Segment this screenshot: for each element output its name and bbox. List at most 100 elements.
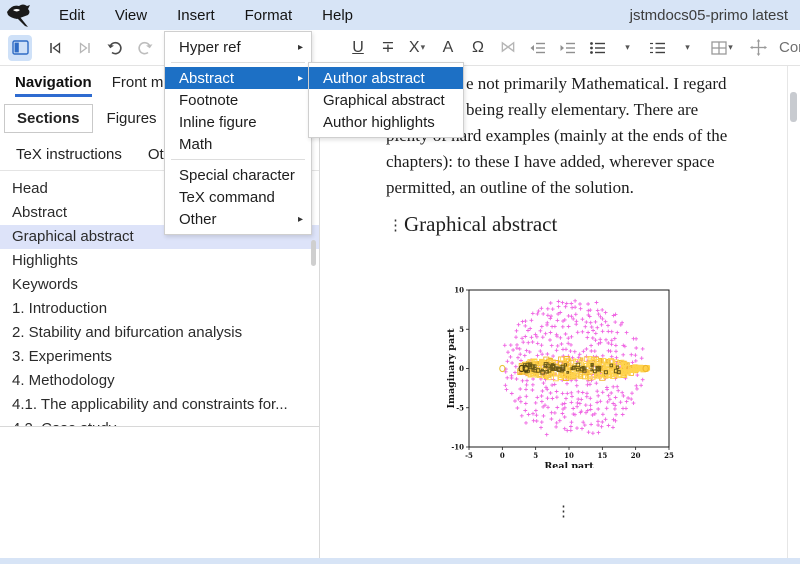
insert-dropdown-menu: Hyper ref ▸ Abstract ▸ Footnote Inline f… bbox=[164, 31, 312, 235]
menu-item-inline-figure[interactable]: Inline figure bbox=[165, 111, 311, 133]
link-ref-button[interactable]: ⋈ bbox=[496, 35, 520, 61]
go-to-start-button[interactable] bbox=[43, 35, 67, 61]
tab-figures[interactable]: Figures bbox=[95, 105, 169, 132]
app-window: Edit View Insert Format Help jstmdocs05-… bbox=[0, 0, 800, 564]
paragraph-line[interactable]: e not primarily Mathematical. I regard bbox=[466, 74, 727, 94]
list-item-methodology[interactable]: 4. Methodology bbox=[0, 369, 319, 393]
menu-view[interactable]: View bbox=[100, 3, 162, 28]
menu-item-label: TeX command bbox=[179, 189, 275, 206]
abstract-submenu: Author abstract Graphical abstract Autho… bbox=[308, 62, 464, 138]
submenu-arrow-icon: ▸ bbox=[298, 73, 303, 84]
list-item-applicability[interactable]: 4.1. The applicability and constraints f… bbox=[0, 393, 319, 417]
special-symbol-button[interactable]: Ω bbox=[466, 35, 490, 61]
tab-navigation-label: Navigation bbox=[15, 74, 92, 97]
x-style-icon: X bbox=[409, 40, 420, 56]
svg-text:-5: -5 bbox=[465, 451, 473, 460]
bottom-status-strip bbox=[0, 558, 800, 564]
paragraph-line[interactable]: being really elementary. There are bbox=[466, 100, 698, 120]
menu-item-footnote[interactable]: Footnote bbox=[165, 89, 311, 111]
menu-item-math[interactable]: Math bbox=[165, 133, 311, 155]
menu-item-label: Footnote bbox=[179, 92, 238, 109]
chevron-down-icon: ▾ bbox=[685, 42, 690, 53]
font-color-icon: A bbox=[443, 40, 454, 56]
font-color-button[interactable]: A bbox=[436, 35, 460, 61]
block-drag-handle[interactable]: ⋮ bbox=[556, 502, 571, 520]
move-tool-button[interactable] bbox=[746, 35, 770, 61]
delete-style-button[interactable]: X ▾ bbox=[406, 35, 430, 61]
svg-text:5: 5 bbox=[533, 451, 538, 460]
list-item-highlights[interactable]: Highlights bbox=[0, 249, 319, 273]
list-item-case-study[interactable]: 4.2. Case study bbox=[0, 417, 319, 427]
menu-item-label: Hyper ref bbox=[179, 39, 241, 56]
go-to-end-button[interactable] bbox=[73, 35, 97, 61]
menu-item-label: Author abstract bbox=[323, 70, 425, 87]
menu-help[interactable]: Help bbox=[307, 3, 368, 28]
undo-button[interactable] bbox=[103, 35, 127, 61]
tab-sections[interactable]: Sections bbox=[4, 104, 93, 133]
list-item-keywords[interactable]: Keywords bbox=[0, 273, 319, 297]
menu-item-special-character[interactable]: Special character bbox=[165, 164, 311, 186]
chevron-down-icon: ▾ bbox=[421, 42, 426, 53]
bullet-list-options-button[interactable]: ▾ bbox=[616, 35, 640, 61]
paragraph-line[interactable]: chapters): to these I have added, wherev… bbox=[386, 152, 715, 172]
list-item-introduction[interactable]: 1. Introduction bbox=[0, 297, 319, 321]
window-title: jstmdocs05-primo latest bbox=[630, 7, 788, 24]
numbered-list-options-button[interactable]: ▾ bbox=[676, 35, 700, 61]
redo-icon bbox=[136, 40, 154, 56]
increase-indent-button[interactable] bbox=[556, 35, 580, 61]
chevron-down-icon: ▾ bbox=[625, 42, 630, 53]
bullet-list-icon bbox=[589, 41, 607, 55]
comment-button[interactable]: Com bbox=[779, 39, 800, 56]
menu-item-tex-command[interactable]: TeX command bbox=[165, 186, 311, 208]
svg-text:10: 10 bbox=[454, 286, 464, 295]
menu-item-label: Math bbox=[179, 136, 212, 153]
graphical-abstract-figure: -50510152025-10-50510Real partImaginary … bbox=[446, 266, 698, 468]
tab-tex-instructions[interactable]: TeX instructions bbox=[4, 141, 134, 168]
menu-item-hyper-ref[interactable]: Hyper ref ▸ bbox=[165, 36, 311, 58]
undo-icon bbox=[106, 40, 124, 56]
strike-through-icon: ∓ bbox=[381, 40, 394, 56]
menu-item-abstract[interactable]: Abstract ▸ bbox=[165, 67, 311, 89]
bowtie-icon: ⋈ bbox=[500, 40, 516, 56]
svg-text:Real part: Real part bbox=[544, 461, 594, 468]
strike-through-button[interactable]: ∓ bbox=[376, 35, 400, 61]
svg-text:15: 15 bbox=[597, 451, 607, 460]
menu-edit[interactable]: Edit bbox=[44, 3, 100, 28]
tab-navigation[interactable]: Navigation bbox=[5, 71, 102, 96]
menu-format[interactable]: Format bbox=[230, 3, 308, 28]
svg-text:10: 10 bbox=[564, 451, 574, 460]
list-item-experiments[interactable]: 3. Experiments bbox=[0, 345, 319, 369]
menu-insert[interactable]: Insert bbox=[162, 3, 230, 28]
graphical-abstract-heading[interactable]: Graphical abstract bbox=[404, 212, 557, 237]
decrease-indent-button[interactable] bbox=[526, 35, 550, 61]
submenu-arrow-icon: ▸ bbox=[298, 42, 303, 53]
menu-separator bbox=[171, 62, 305, 63]
menu-item-graphical-abstract[interactable]: Graphical abstract bbox=[309, 89, 463, 111]
skip-to-end-icon bbox=[77, 41, 93, 55]
document-scrollbar-thumb[interactable] bbox=[790, 92, 797, 122]
underline-button[interactable]: U bbox=[346, 35, 370, 61]
sidebar-panel-icon bbox=[12, 40, 29, 55]
heading-drag-handle[interactable]: ⋮ bbox=[388, 216, 403, 234]
sections-list-scrollbar[interactable] bbox=[311, 240, 316, 266]
numbered-list-button[interactable] bbox=[646, 35, 670, 61]
svg-text:-10: -10 bbox=[451, 443, 464, 452]
menu-item-label: Special character bbox=[179, 167, 295, 184]
svg-text:Imaginary part: Imaginary part bbox=[446, 328, 457, 409]
underline-icon: U bbox=[352, 40, 364, 56]
toggle-sidebar-button[interactable] bbox=[8, 35, 32, 61]
redo-button[interactable] bbox=[133, 35, 157, 61]
svg-text:-5: -5 bbox=[456, 403, 464, 412]
menu-separator bbox=[171, 159, 305, 160]
paragraph-line[interactable]: permitted, an outline of the solution. bbox=[386, 178, 634, 198]
menu-item-other[interactable]: Other ▸ bbox=[165, 208, 311, 230]
insert-table-button[interactable]: ▾ bbox=[711, 35, 735, 61]
chevron-down-icon: ▾ bbox=[728, 42, 733, 53]
skip-to-start-icon bbox=[47, 41, 63, 55]
menu-item-author-abstract[interactable]: Author abstract bbox=[309, 67, 463, 89]
list-item-stability[interactable]: 2. Stability and bifurcation analysis bbox=[0, 321, 319, 345]
move-cross-icon bbox=[750, 39, 767, 56]
submenu-arrow-icon: ▸ bbox=[298, 214, 303, 225]
menu-item-author-highlights[interactable]: Author highlights bbox=[309, 111, 463, 133]
bullet-list-button[interactable] bbox=[586, 35, 610, 61]
